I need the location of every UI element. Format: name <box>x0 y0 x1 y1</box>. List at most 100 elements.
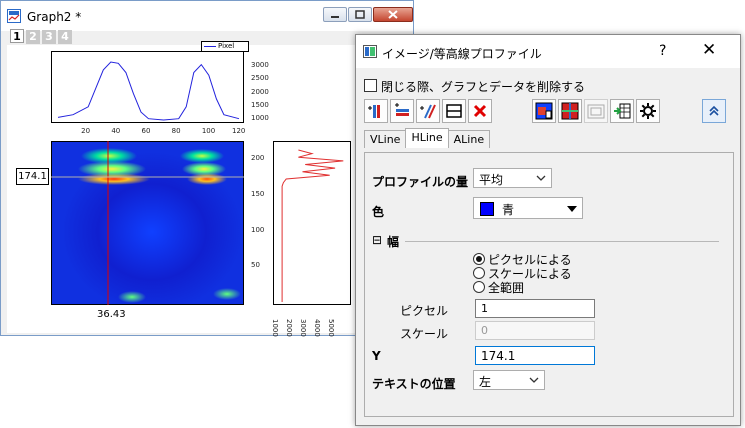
top-y-tick-label: 1500 <box>251 100 269 109</box>
image-y-tick-label: 200 <box>251 154 265 163</box>
collapse-width-icon[interactable]: ⊟ <box>372 233 382 247</box>
image-profile-icon <box>535 102 553 120</box>
top-profile-line <box>57 61 240 121</box>
layer-tab-4[interactable]: 4 <box>58 30 72 44</box>
image-y-tick-label: 100 <box>251 225 265 234</box>
layer-tabs: 1234 <box>10 29 74 44</box>
add-vline-icon <box>368 105 380 118</box>
layer-tab-1[interactable]: 1 <box>10 29 24 43</box>
close-icon <box>388 10 398 19</box>
layer-tab-2[interactable]: 2 <box>26 30 40 44</box>
layout-button[interactable] <box>442 99 466 123</box>
maximize-icon <box>355 10 365 19</box>
dialog-title-bar[interactable]: イメージ/等高線プロファイル ? ✕ <box>356 35 740 68</box>
tab-hline[interactable]: HLine <box>405 128 449 148</box>
tab-aline[interactable]: ALine <box>447 130 491 148</box>
top-y-tick-label: 1000 <box>251 114 269 122</box>
checkbox-label: 閉じる際、グラフとデータを削除する <box>381 80 586 94</box>
dialog-close-button[interactable]: ✕ <box>702 40 716 60</box>
help-button[interactable]: ? <box>659 43 666 59</box>
delete-line-button[interactable] <box>468 99 492 123</box>
rows-icon <box>446 104 462 118</box>
dialog-app-icon <box>363 45 377 58</box>
color-select[interactable]: 青 <box>473 197 583 219</box>
side-x-tick-label: 4000 <box>313 319 321 337</box>
profile-amount-select[interactable]: 平均 <box>473 168 552 188</box>
y-input[interactable]: 174.1 <box>475 346 595 365</box>
add-vertical-line-button[interactable] <box>364 99 388 123</box>
dialog-title: イメージ/等高線プロファイル <box>382 47 542 61</box>
top-y-tick-label: 2000 <box>251 87 269 96</box>
export-to-worksheet-button[interactable] <box>610 99 634 123</box>
tab-vline[interactable]: VLine <box>364 130 407 148</box>
pixel-label: ピクセル <box>400 304 449 318</box>
disabled-image-button[interactable] <box>584 99 608 123</box>
color-swatch <box>480 202 494 216</box>
layer-tab-3[interactable]: 3 <box>42 30 56 44</box>
top-x-tick-label: 40 <box>111 127 121 135</box>
worksheet-export-icon <box>614 103 631 119</box>
contour-icon <box>561 102 579 120</box>
radio-pixel[interactable] <box>473 253 485 265</box>
top-x-tick-label: 120 <box>232 127 246 135</box>
delete-x-icon <box>473 104 487 118</box>
radio-scale[interactable] <box>473 267 485 279</box>
profile-tabs: VLine HLine ALine <box>364 128 491 150</box>
graph-window: Graph2 * 1234 Pixel 3000 2500 2000 1500 1000… <box>0 0 414 337</box>
chevron-down-icon <box>529 377 539 383</box>
profile-amount-label: プロファイルの量 <box>372 175 469 189</box>
cursor-lines <box>51 141 244 305</box>
add-horizontal-line-button[interactable] <box>390 99 414 123</box>
graph-app-icon <box>7 9 21 23</box>
x-cursor-readout: 36.43 <box>97 309 126 320</box>
profile-dialog: イメージ/等高線プロファイル ? ✕ 閉じる際、グラフとデータを削除する VLi… <box>355 34 741 426</box>
scale-input[interactable]: 0 <box>475 321 595 340</box>
collapse-panel-button[interactable] <box>702 99 726 123</box>
side-x-tick-label: 1000 <box>271 319 279 337</box>
top-profile-plot[interactable] <box>51 51 244 123</box>
contour-profile-button[interactable] <box>558 99 582 123</box>
radio-full[interactable] <box>473 281 485 293</box>
add-hline-icon <box>395 103 409 116</box>
legend-line-swatch <box>204 46 216 47</box>
image-y-tick-label: 150 <box>251 189 265 198</box>
pixel-input[interactable]: 1 <box>475 299 595 318</box>
color-value: 青 <box>502 203 515 217</box>
text-position-select[interactable]: 左 <box>473 370 545 390</box>
side-profile-line <box>281 149 344 302</box>
top-y-tick-label: 2500 <box>251 74 269 83</box>
text-position-label: テキストの位置 <box>372 377 456 391</box>
settings-button[interactable] <box>636 99 660 123</box>
scale-label: スケール <box>400 327 449 341</box>
color-label: 色 <box>372 205 385 219</box>
width-option-full[interactable]: 全範囲 <box>473 279 524 296</box>
graph-close-button[interactable] <box>373 7 413 22</box>
y-cursor-readout[interactable]: 174.1 <box>16 168 49 185</box>
delete-on-close-checkbox[interactable]: 閉じる際、グラフとデータを削除する <box>364 78 585 95</box>
graph-title: Graph2 * <box>27 10 82 24</box>
side-profile-plot[interactable] <box>273 141 351 305</box>
maximize-button[interactable] <box>348 7 372 22</box>
hline-tab-panel: プロファイルの量 平均 色 青 ⊟ 幅 ピクセルによる スケールによる 全範囲 … <box>364 152 734 417</box>
text-position-value: 左 <box>479 375 492 389</box>
y-label: Y <box>372 349 381 363</box>
legend-label: Pixel <box>218 42 235 50</box>
top-x-tick-label: 80 <box>171 127 181 135</box>
top-y-tick-label: 3000 <box>251 61 269 70</box>
add-arbitrary-line-button[interactable] <box>416 99 440 123</box>
side-x-tick-label: 3000 <box>299 319 307 337</box>
image-profile-button[interactable] <box>532 99 556 123</box>
checkbox-box[interactable] <box>364 79 377 92</box>
graph-title-bar[interactable]: Graph2 * <box>1 1 413 31</box>
profile-amount-value: 平均 <box>479 173 504 187</box>
section-divider <box>405 241 719 242</box>
image-window-icon <box>587 104 605 119</box>
double-chevron-up-icon <box>709 105 719 116</box>
chevron-down-icon <box>536 175 546 181</box>
width-section-label: 幅 <box>387 235 400 249</box>
image-y-tick-label: 50 <box>251 261 260 270</box>
dropdown-arrow-icon <box>567 206 577 212</box>
gear-icon <box>640 103 656 119</box>
top-x-tick-label: 60 <box>141 127 151 135</box>
minimize-button[interactable] <box>323 7 347 22</box>
